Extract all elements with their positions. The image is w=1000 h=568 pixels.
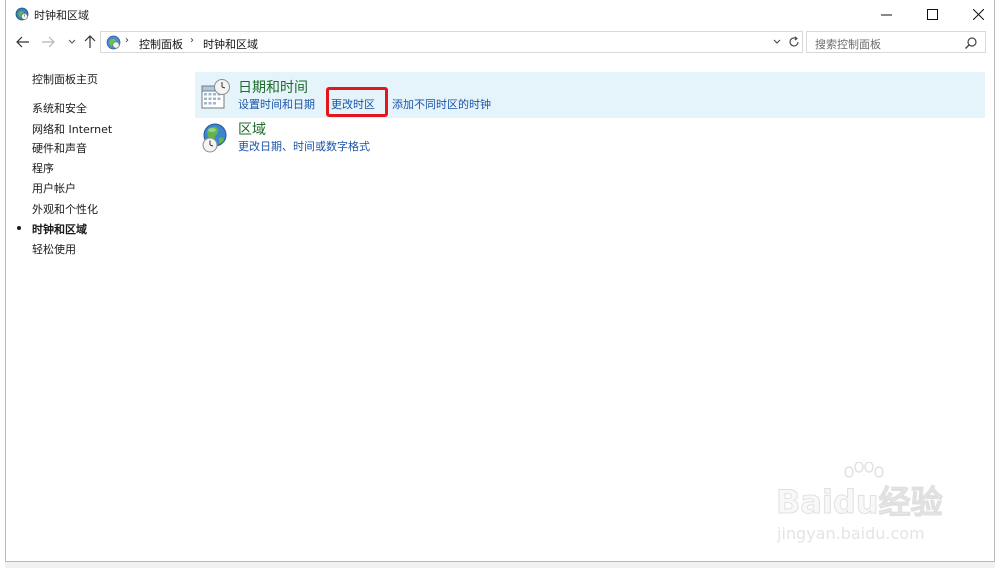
close-icon <box>972 8 984 20</box>
address-bar[interactable]: › 控制面板 › 时钟和区域 <box>100 31 803 53</box>
search-placeholder: 搜索控制面板 <box>815 38 881 51</box>
calendar-clock-icon <box>201 79 230 109</box>
back-button[interactable] <box>15 34 31 50</box>
sidebar-item-hardware-sound[interactable]: 硬件和声音 <box>32 140 87 156</box>
forward-button[interactable] <box>40 34 56 50</box>
breadcrumb-control-panel[interactable]: 控制面板 <box>139 36 183 52</box>
chevron-down-icon <box>773 39 781 44</box>
refresh-button[interactable] <box>787 34 801 50</box>
globe-clock-icon <box>202 123 227 153</box>
arrow-right-icon <box>42 36 55 48</box>
search-icon[interactable] <box>964 36 978 50</box>
sidebar-item-user-accounts[interactable]: 用户帐户 <box>32 180 76 196</box>
breadcrumb-separator-icon[interactable]: › <box>190 35 194 46</box>
up-button[interactable] <box>82 34 98 50</box>
navigation-row: › 控制面板 › 时钟和区域 搜索控制面板 <box>6 30 994 54</box>
bottom-edge <box>5 562 995 568</box>
baidu-jingyan-watermark: Baidu经验 jingyan.baidu.com <box>771 462 961 552</box>
sidebar-item-ease-of-access[interactable]: 轻松使用 <box>32 241 76 257</box>
maximize-icon <box>926 8 938 20</box>
sidebar-item-system-security[interactable]: 系统和安全 <box>32 100 87 116</box>
chevron-down-icon <box>68 39 76 44</box>
link-set-time-date[interactable]: 设置时间和日期 <box>238 96 315 112</box>
clock-region-app-icon <box>15 7 29 21</box>
minimize-button[interactable] <box>863 0 909 28</box>
search-box[interactable]: 搜索控制面板 <box>806 31 986 53</box>
arrow-up-icon <box>84 35 96 48</box>
sidebar-item-network-internet[interactable]: 网络和 Internet <box>32 121 112 137</box>
control-panel-window: 时钟和区域 › 控制面板 › 时钟和区域 搜索控制面板 控制面板主页 系统和安全… <box>5 0 995 562</box>
address-dropdown-button[interactable] <box>771 35 783 49</box>
recent-locations-button[interactable] <box>64 34 80 50</box>
minimize-icon <box>880 14 892 15</box>
sidebar-item-programs[interactable]: 程序 <box>32 160 54 176</box>
watermark-logo-text: Baidu经验 <box>776 483 944 522</box>
category-region[interactable]: 区域 更改日期、时间或数字格式 <box>195 116 985 162</box>
link-add-clocks[interactable]: 添加不同时区的时钟 <box>392 96 491 112</box>
title-bar: 时钟和区域 <box>6 0 994 28</box>
sidebar-item-appearance[interactable]: 外观和个性化 <box>32 201 98 217</box>
maximize-button[interactable] <box>909 0 955 28</box>
sidebar-item-control-panel-home[interactable]: 控制面板主页 <box>32 71 98 87</box>
control-panel-icon <box>106 35 121 50</box>
breadcrumb-separator-icon: › <box>125 35 129 46</box>
sidebar-item-clock-region[interactable]: 时钟和区域 <box>32 221 87 237</box>
arrow-left-icon <box>16 36 29 48</box>
refresh-icon <box>789 36 799 47</box>
window-title: 时钟和区域 <box>34 9 89 22</box>
breadcrumb-clock-region[interactable]: 时钟和区域 <box>203 36 258 52</box>
active-bullet-icon <box>17 226 21 230</box>
category-title-date-time[interactable]: 日期和时间 <box>238 77 308 97</box>
category-date-time[interactable]: 日期和时间 设置时间和日期 更改时区 添加不同时区的时钟 <box>195 72 985 118</box>
category-title-region[interactable]: 区域 <box>238 119 266 139</box>
highlight-annotation-box <box>326 87 388 117</box>
close-button[interactable] <box>955 0 1000 28</box>
watermark-url: jingyan.baidu.com <box>777 524 925 543</box>
link-change-date-time-number-formats[interactable]: 更改日期、时间或数字格式 <box>238 138 370 154</box>
